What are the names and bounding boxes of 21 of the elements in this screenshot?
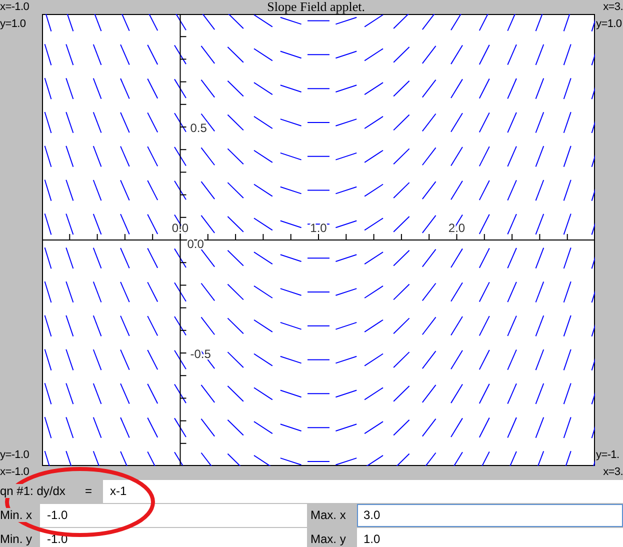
x-max-label: x=3. <box>603 466 623 479</box>
equation-field[interactable]: x-1 <box>103 480 623 502</box>
x-max-label: x=3. <box>603 0 623 14</box>
y-max-label: y=1.0 <box>596 18 623 31</box>
range-label: Max. x <box>310 508 346 522</box>
applet-title: Slope Field applet. <box>267 0 366 14</box>
tick-label: 0.0 <box>187 237 204 251</box>
y-max-label: y=1.0 <box>0 18 27 31</box>
y-min-label: y=-1. <box>596 449 620 462</box>
tick-label: 1.0 <box>310 221 327 235</box>
range-field[interactable]: 1.0 <box>356 528 623 547</box>
range-field[interactable]: 3.0 <box>356 504 623 526</box>
tick-label: 0.5 <box>190 121 207 135</box>
x-min-label: x=-1.0 <box>0 466 30 479</box>
x-min-label: x=-1.0 <box>0 0 30 14</box>
range-field[interactable]: -1.0 <box>40 504 306 526</box>
range-label: Max. y <box>310 532 346 546</box>
range-label: Min. y <box>0 532 32 546</box>
range-label: Min. x <box>0 508 32 522</box>
equation-label: qn #1: dy/dx <box>0 484 66 498</box>
y-min-label: y=-1.0 <box>0 449 30 462</box>
